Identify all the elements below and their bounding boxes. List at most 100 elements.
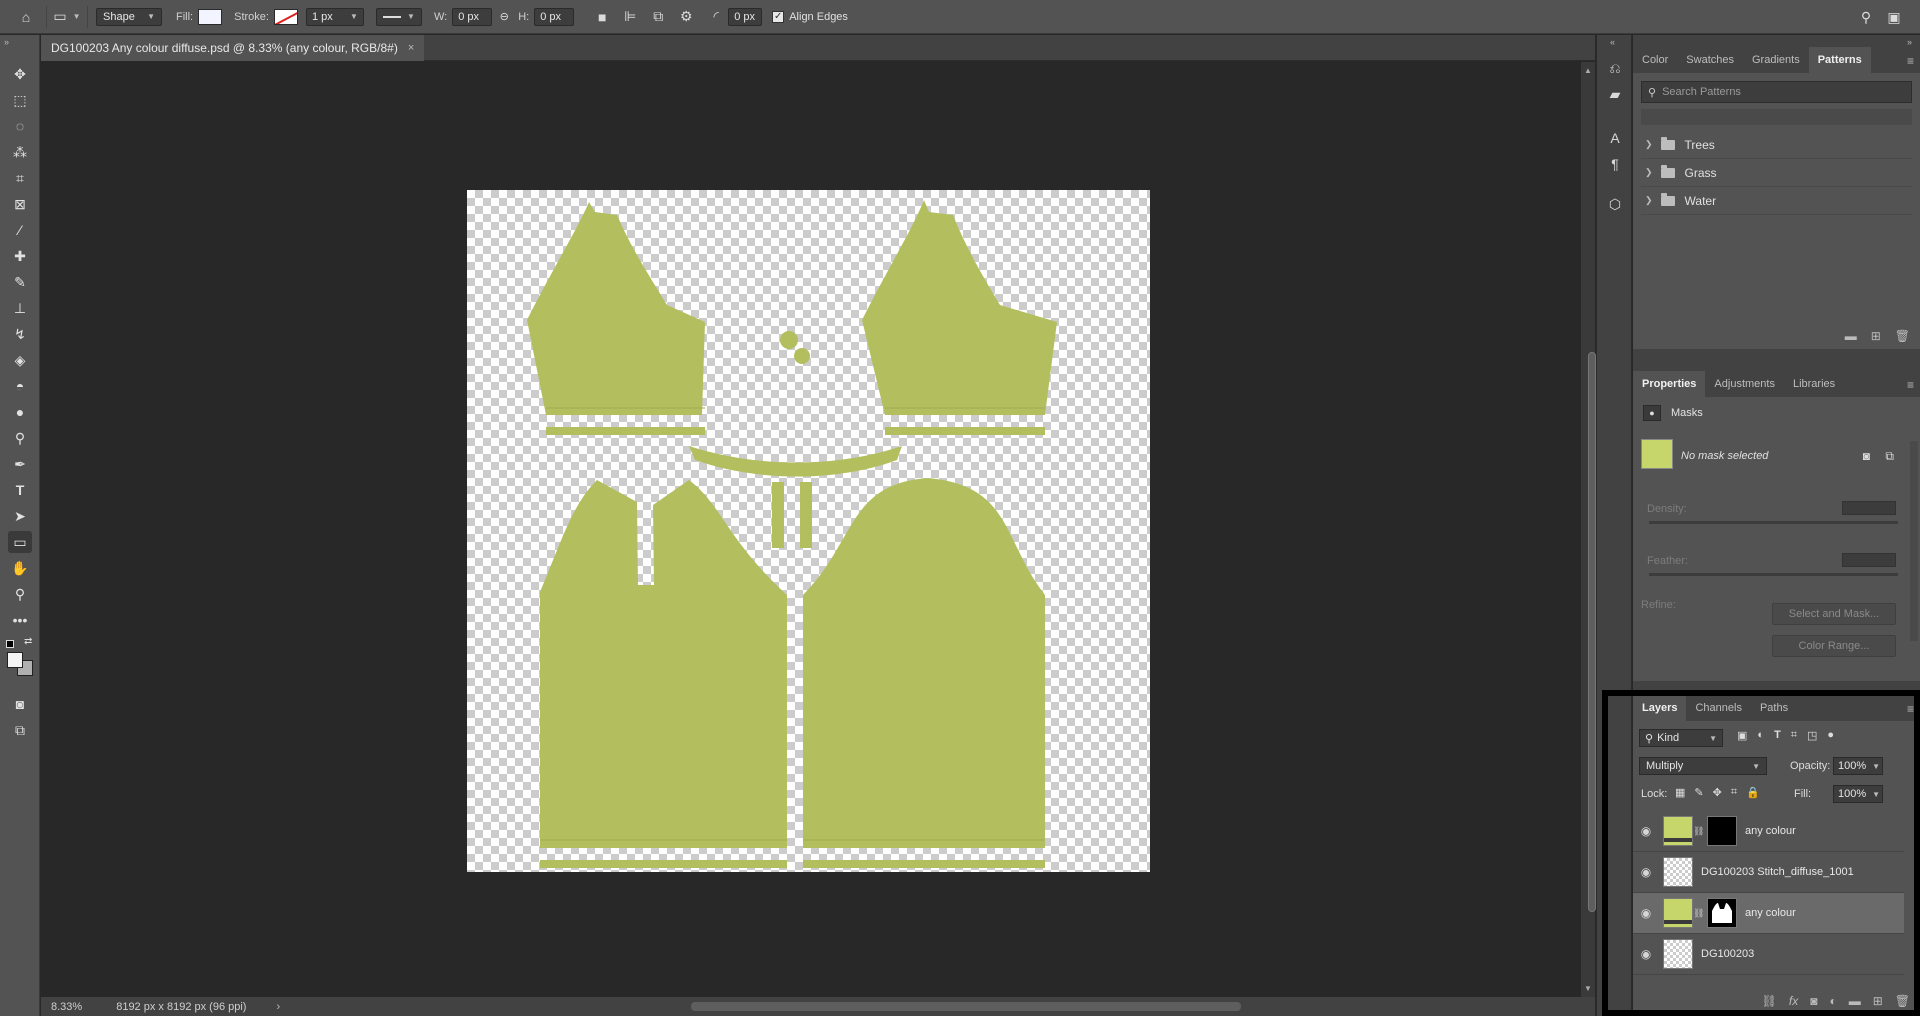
- tab-layers[interactable]: Layers: [1633, 695, 1687, 721]
- magic-wand-tool-icon[interactable]: ⁂: [8, 141, 32, 163]
- strip-collapse-icon[interactable]: «: [1610, 37, 1615, 47]
- path-alignment-icon[interactable]: ⊫: [618, 5, 642, 29]
- healing-brush-tool-icon[interactable]: ✚: [8, 245, 32, 267]
- eyedropper-tool-icon[interactable]: ⁄: [8, 219, 32, 241]
- default-colors-icon[interactable]: [6, 640, 14, 648]
- tab-channels[interactable]: Channels: [1686, 695, 1750, 721]
- tab-properties[interactable]: Properties: [1633, 371, 1706, 397]
- vertical-scroll-thumb[interactable]: [1588, 352, 1596, 912]
- path-operations-icon[interactable]: ■: [590, 5, 614, 29]
- dock-collapse-icon[interactable]: »: [1907, 37, 1912, 47]
- layer-row[interactable]: ◉ DG100203: [1633, 934, 1904, 975]
- image-filter-icon[interactable]: ▣: [1737, 729, 1747, 742]
- layer-name[interactable]: any colour: [1745, 825, 1796, 837]
- trash-icon[interactable]: 🗑: [1895, 994, 1910, 1008]
- tab-gradients[interactable]: Gradients: [1743, 47, 1809, 73]
- stroke-width-field[interactable]: 1 px ▼: [305, 7, 364, 26]
- type-tool-icon[interactable]: T: [8, 479, 32, 501]
- panel-menu-icon[interactable]: ≡: [1907, 702, 1914, 716]
- scroll-down-icon[interactable]: ▼: [1584, 984, 1592, 993]
- align-edges-checkbox[interactable]: ✓: [772, 10, 785, 23]
- zoom-level[interactable]: 8.33%: [51, 1001, 82, 1013]
- panel-menu-icon[interactable]: ≡: [1907, 378, 1914, 392]
- home-icon[interactable]: ⌂: [14, 5, 38, 29]
- new-pattern-icon[interactable]: ⊞: [1871, 329, 1881, 343]
- screen-mode-icon[interactable]: ⧉: [8, 719, 32, 741]
- paint-bucket-tool-icon[interactable]: ◓: [8, 375, 32, 397]
- crop-tool-icon[interactable]: ⌗: [8, 167, 32, 189]
- lock-position-icon[interactable]: ✥: [1713, 786, 1722, 799]
- pattern-preview-slider[interactable]: [1641, 109, 1912, 125]
- lock-transparency-icon[interactable]: ▦: [1675, 786, 1685, 799]
- layer-mask-thumbnail[interactable]: [1707, 816, 1737, 846]
- document-tab[interactable]: DG100203 Any colour diffuse.psd @ 8.33% …: [41, 35, 425, 61]
- filter-toggle-icon[interactable]: ●: [1827, 729, 1834, 742]
- density-slider[interactable]: [1649, 521, 1898, 524]
- character-icon[interactable]: A: [1603, 127, 1627, 149]
- density-field[interactable]: [1842, 501, 1896, 515]
- tool-mode-dropdown[interactable]: Shape ▼: [96, 7, 162, 26]
- gear-icon[interactable]: ⚙: [674, 5, 698, 29]
- width-field[interactable]: 0 px: [452, 7, 493, 26]
- layer-name[interactable]: any colour: [1745, 907, 1796, 919]
- link-dimensions-icon[interactable]: ⊖: [492, 5, 516, 29]
- tab-patterns[interactable]: Patterns: [1808, 47, 1871, 73]
- tab-adjustments[interactable]: Adjustments: [1705, 371, 1784, 397]
- path-selection-tool-icon[interactable]: ➤: [8, 505, 32, 527]
- frame-tool-icon[interactable]: ⊠: [8, 193, 32, 215]
- foreground-color-swatch[interactable]: [7, 652, 23, 668]
- layer-row[interactable]: ◉ ⛓ any colour: [1633, 893, 1904, 934]
- path-arrangement-icon[interactable]: ⧉: [646, 5, 670, 29]
- eye-icon[interactable]: ◉: [1633, 824, 1659, 838]
- properties-scrollbar[interactable]: [1910, 441, 1918, 641]
- toolbar-collapse-icon[interactable]: »: [4, 37, 9, 47]
- canvas-area[interactable]: [41, 62, 1581, 997]
- history-brush-tool-icon[interactable]: ↯: [8, 323, 32, 345]
- tool-preset-picker-icon[interactable]: ▭ ▼: [53, 5, 80, 29]
- eye-icon[interactable]: ◉: [1633, 865, 1659, 879]
- opacity-field[interactable]: 100% ▼: [1833, 757, 1883, 775]
- quick-mask-icon[interactable]: ◙: [8, 693, 32, 715]
- tab-color[interactable]: Color: [1633, 47, 1677, 73]
- eye-icon[interactable]: ◉: [1633, 947, 1659, 961]
- adjustment-layer-icon[interactable]: ◐: [1829, 994, 1836, 1008]
- status-menu-arrow[interactable]: ›: [276, 1001, 280, 1013]
- layer-style-icon[interactable]: fx: [1789, 994, 1798, 1008]
- edit-toolbar-icon[interactable]: •••: [8, 609, 32, 631]
- close-icon[interactable]: ×: [408, 42, 414, 54]
- add-pixel-mask-icon[interactable]: ◙: [1863, 449, 1870, 463]
- stroke-swatch[interactable]: [273, 8, 298, 25]
- adjustment-filter-icon[interactable]: ◐: [1757, 729, 1764, 742]
- layer-mask-thumbnail[interactable]: [1707, 898, 1737, 928]
- stroke-type-dropdown[interactable]: ▼: [375, 7, 422, 26]
- lock-artboard-icon[interactable]: ⌗: [1731, 786, 1737, 799]
- link-icon[interactable]: ⛓: [1693, 826, 1704, 837]
- 3d-icon[interactable]: ⬡: [1603, 193, 1627, 215]
- move-tool-icon[interactable]: ✥: [8, 63, 32, 85]
- brush-tool-icon[interactable]: ✎: [8, 271, 32, 293]
- smart-object-filter-icon[interactable]: ◳: [1807, 729, 1817, 742]
- blur-tool-icon[interactable]: ●: [8, 401, 32, 423]
- lock-pixels-icon[interactable]: ✎: [1694, 786, 1703, 799]
- search-patterns-field[interactable]: ⚲ Search Patterns: [1641, 81, 1912, 103]
- layer-name[interactable]: DG100203: [1701, 948, 1754, 960]
- paragraph-icon[interactable]: ¶: [1603, 153, 1627, 175]
- pen-tool-icon[interactable]: ✒: [8, 453, 32, 475]
- history-icon[interactable]: ⎌: [1603, 57, 1627, 79]
- eraser-tool-icon[interactable]: ◈: [8, 349, 32, 371]
- tab-libraries[interactable]: Libraries: [1784, 371, 1844, 397]
- height-field[interactable]: 0 px: [534, 7, 575, 26]
- layer-row[interactable]: ◉ ⛓ any colour: [1633, 811, 1904, 852]
- corner-radius-field[interactable]: 0 px: [728, 7, 763, 26]
- new-layer-icon[interactable]: ⊞: [1873, 994, 1883, 1008]
- dodge-tool-icon[interactable]: ⚲: [8, 427, 32, 449]
- new-group-icon[interactable]: ▬: [1845, 329, 1857, 343]
- document-canvas[interactable]: [467, 190, 1150, 872]
- fill-field[interactable]: 100% ▼: [1833, 785, 1883, 803]
- swap-colors-icon[interactable]: ⇄: [24, 636, 32, 647]
- lock-all-icon[interactable]: 🔒: [1746, 786, 1760, 799]
- workspace-icon[interactable]: ▣: [1882, 5, 1906, 29]
- hand-tool-icon[interactable]: ✋: [8, 557, 32, 579]
- trash-icon[interactable]: 🗑: [1895, 329, 1910, 343]
- feather-field[interactable]: [1842, 553, 1896, 567]
